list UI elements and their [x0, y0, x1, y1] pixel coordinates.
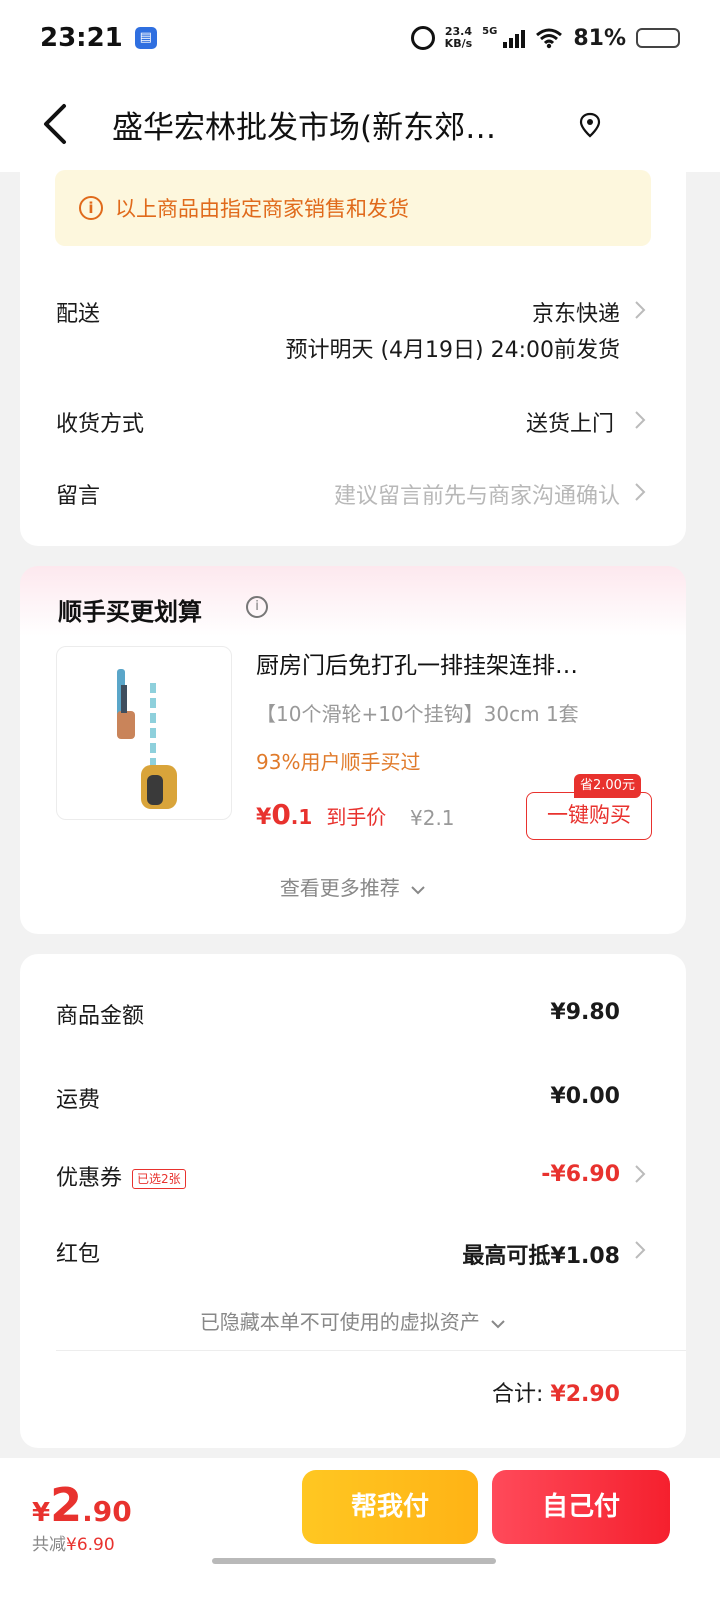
- savings-badge: 省2.00元: [574, 774, 641, 798]
- back-arrow-icon[interactable]: [36, 100, 76, 148]
- see-more-label: 查看更多推荐: [279, 876, 400, 900]
- delivery-card: i 以上商品由指定商家销售和发货 配送 京东快递 预计明天 (4月19日) 24…: [20, 160, 686, 546]
- product-spec: 【10个滑轮+10个挂钩】30cm 1套: [256, 702, 579, 726]
- message-label: 留言: [56, 484, 101, 509]
- product-image[interactable]: [56, 646, 232, 820]
- price-integer: 0: [271, 798, 291, 831]
- shipping-eta: 预计明天 (4月19日) 24:00前发货: [285, 338, 620, 363]
- chevron-down-icon: [491, 1320, 505, 1329]
- receive-method-value[interactable]: 送货上门: [526, 406, 614, 438]
- message-input[interactable]: 建议留言前先与商家沟通确认: [334, 478, 620, 510]
- network-type: 5G: [482, 25, 498, 37]
- final-price-label: 到手价: [326, 805, 387, 829]
- network-speed-unit: KB/s: [444, 37, 473, 50]
- red-packet-label: 红包: [56, 1242, 101, 1267]
- price-decimal: .1: [290, 805, 313, 829]
- info-icon: i: [79, 196, 103, 220]
- chevron-right-icon[interactable]: [634, 300, 646, 320]
- receive-method-label: 收货方式: [56, 412, 145, 437]
- pay-integer: 2: [50, 1478, 83, 1532]
- bottle-brush-image: [117, 669, 177, 809]
- recommendation-card: 顺手买更划算 i 厨房门后免打孔一排挂架连排… 【10个滑轮+10个挂钩】30c…: [20, 566, 686, 934]
- chevron-right-icon[interactable]: [634, 482, 646, 502]
- total-label: 合计:: [491, 1382, 544, 1407]
- location-pin-icon[interactable]: [578, 111, 602, 139]
- total-row: 合计: ¥2.90: [492, 1376, 620, 1408]
- battery-percent: 81%: [573, 25, 626, 51]
- see-more-recommendations[interactable]: 查看更多推荐: [20, 872, 686, 901]
- nav-bar: 盛华宏林批发市场(新东郊…: [0, 76, 720, 172]
- freight-value: ¥0.00: [550, 1084, 620, 1109]
- chevron-down-icon: [411, 886, 425, 895]
- saved-label: 共减: [32, 1535, 66, 1555]
- product-title[interactable]: 厨房门后免打孔一排挂架连排…: [256, 646, 656, 680]
- wifi-icon: [536, 28, 563, 49]
- price-symbol: ¥: [256, 805, 272, 830]
- chevron-right-icon[interactable]: [634, 1164, 646, 1184]
- chevron-right-icon[interactable]: [634, 1240, 646, 1260]
- divider: [56, 1350, 686, 1351]
- coupon-value[interactable]: -¥6.90: [541, 1162, 620, 1187]
- help-info-icon[interactable]: i: [246, 596, 268, 618]
- pay-myself-button[interactable]: 自己付: [492, 1470, 670, 1544]
- goods-amount-value: ¥9.80: [550, 1000, 620, 1025]
- original-price: ¥2.1: [410, 806, 455, 830]
- goods-amount-label: 商品金额: [56, 1004, 145, 1029]
- page-title[interactable]: 盛华宏林批发市场(新东郊…: [112, 102, 552, 147]
- help-me-pay-button[interactable]: 帮我付: [302, 1470, 478, 1544]
- coupon-label: 优惠券: [56, 1166, 123, 1191]
- total-saved: 共减¥6.90: [32, 1530, 115, 1555]
- seller-notice: i 以上商品由指定商家销售和发货: [55, 170, 651, 246]
- pay-symbol: ¥: [32, 1498, 51, 1528]
- pay-amount: ¥ 2 .90: [32, 1478, 132, 1532]
- message-notification-icon: ▤: [134, 27, 157, 49]
- home-indicator[interactable]: [212, 1558, 496, 1564]
- coupon-row[interactable]: 优惠券 已选2张: [56, 1160, 186, 1192]
- saved-value: ¥6.90: [66, 1535, 115, 1555]
- final-price: ¥ 0 .1 到手价: [256, 798, 386, 831]
- price-summary-card: 商品金额 ¥9.80 运费 ¥0.00 优惠券 已选2张 -¥6.90 红包 最高…: [20, 954, 686, 1448]
- pay-decimal: .90: [82, 1495, 132, 1528]
- seller-notice-text: 以上商品由指定商家销售和发货: [115, 197, 409, 221]
- red-packet-value[interactable]: 最高可抵¥1.08: [462, 1238, 620, 1270]
- shipping-method[interactable]: 京东快递: [532, 296, 620, 328]
- hidden-assets-toggle[interactable]: 已隐藏本单不可使用的虚拟资产: [20, 1306, 686, 1335]
- chevron-right-icon[interactable]: [634, 410, 646, 430]
- total-value: ¥2.90: [550, 1382, 620, 1407]
- signal-icon: [503, 28, 526, 48]
- coupon-selected-badge: 已选2张: [132, 1169, 186, 1189]
- alarm-icon: [410, 26, 435, 50]
- recommendation-title: 顺手买更划算: [58, 598, 202, 626]
- shipping-label: 配送: [56, 302, 101, 327]
- battery-icon: [636, 28, 680, 48]
- bottom-pay-bar: ¥ 2 .90 共减¥6.90 帮我付 自己付: [0, 1458, 720, 1600]
- clock: 23:21: [40, 23, 123, 53]
- one-click-buy-button[interactable]: 一键购买: [526, 792, 652, 840]
- hidden-assets-label: 已隐藏本单不可使用的虚拟资产: [199, 1310, 480, 1334]
- status-bar: 23:21 ▤ 23.4 KB/s 5G 81%: [0, 0, 720, 76]
- freight-label: 运费: [56, 1088, 101, 1113]
- network-speed: 23.4 KB/s: [445, 26, 472, 50]
- social-proof-text: 93%用户顺手买过: [256, 750, 421, 774]
